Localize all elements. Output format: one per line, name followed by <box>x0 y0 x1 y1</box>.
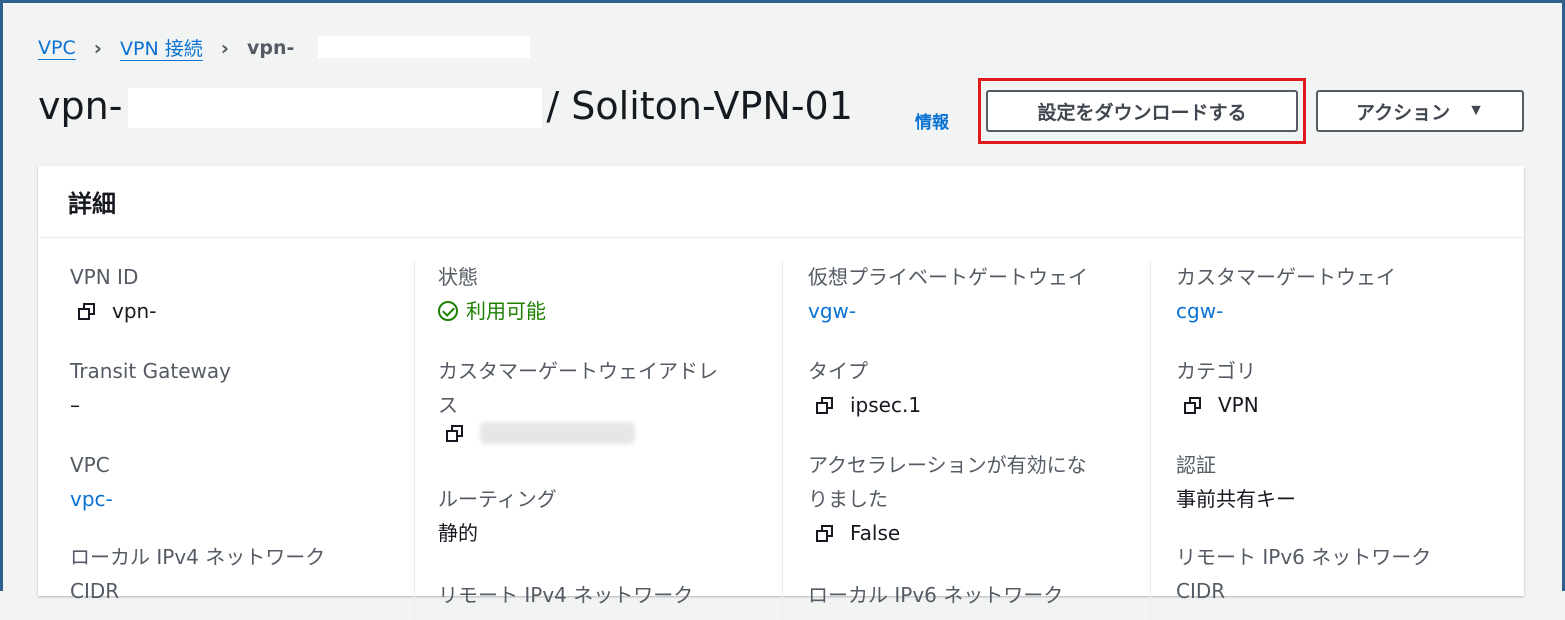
category-value: VPN <box>1218 393 1259 417</box>
breadcrumb-vpn-connections[interactable]: VPN 接続 <box>120 34 203 61</box>
accel-value: False <box>850 521 901 545</box>
field-label: カスタマーゲートウェイアドレ <box>438 359 718 383</box>
copy-icon[interactable] <box>78 303 95 320</box>
field-customer-gateway: カスタマーゲートウェイ cgw- <box>1176 260 1506 328</box>
field-value: 事前共有キー <box>1176 487 1296 511</box>
field-virtual-private-gateway: 仮想プライベートゲートウェイ vgw- <box>808 260 1138 328</box>
column-divider <box>782 260 783 620</box>
details-panel: 詳細 VPN ID vpn- Transit Gateway – VPC vpc… <box>38 166 1524 620</box>
type-value: ipsec.1 <box>850 393 922 417</box>
caret-down-icon: ▼ <box>1468 102 1484 119</box>
field-label: アクセラレーションが有効にな <box>808 453 1087 477</box>
cgw-link[interactable]: cgw- <box>1176 294 1506 328</box>
field-routing: ルーティング 静的 <box>438 482 768 550</box>
vgw-link[interactable]: vgw- <box>808 294 1138 328</box>
field-value: ipsec.1 <box>808 388 1138 422</box>
state-value: 利用可能 <box>466 299 546 323</box>
field-label: リモート IPv4 ネットワーク <box>438 583 694 607</box>
info-link[interactable]: 情報 <box>915 108 949 133</box>
field-value: False <box>808 516 1138 550</box>
field-label: タイプ <box>808 359 868 383</box>
copy-icon[interactable] <box>816 525 833 542</box>
redacted-area <box>318 36 530 58</box>
title-prefix: vpn- <box>38 84 123 128</box>
vpn-id-value: vpn- <box>112 299 157 323</box>
field-category: カテゴリ VPN <box>1176 354 1506 422</box>
field-label: リモート IPv6 ネットワーク <box>1176 545 1432 569</box>
field-value: 利用可能 <box>438 294 768 328</box>
field-local-ipv6: ローカル IPv6 ネットワーク <box>808 578 1138 612</box>
field-local-ipv4: ローカル IPv4 ネットワーク CIDR <box>70 540 400 608</box>
field-vpc: VPC vpc- <box>70 448 400 516</box>
field-label-cont: ス <box>438 393 458 417</box>
field-transit-gateway: Transit Gateway – <box>70 354 400 422</box>
field-label: ローカル IPv6 ネットワーク <box>808 583 1064 607</box>
field-customer-gateway-address: カスタマーゲートウェイアドレ ス <box>438 354 768 444</box>
field-vpn-id: VPN ID vpn- <box>70 260 400 328</box>
field-state: 状態 利用可能 <box>438 260 768 328</box>
field-label: 仮想プライベートゲートウェイ <box>808 265 1088 289</box>
field-value <box>438 422 768 444</box>
field-label-cont: CIDR <box>1176 579 1226 603</box>
vpc-link[interactable]: vpc- <box>70 482 400 516</box>
field-authentication: 認証 事前共有キー <box>1176 448 1506 516</box>
check-circle-icon <box>438 301 458 321</box>
field-label: ローカル IPv4 ネットワーク <box>70 545 326 569</box>
field-label: カスタマーゲートウェイ <box>1176 265 1396 289</box>
actions-dropdown-button[interactable]: アクション ▼ <box>1316 90 1524 132</box>
field-label: 認証 <box>1176 453 1216 477</box>
redacted-value <box>480 422 635 444</box>
download-config-button[interactable]: 設定をダウンロードする <box>986 90 1298 132</box>
field-value: VPN <box>1176 388 1506 422</box>
copy-icon[interactable] <box>816 397 833 414</box>
field-value: 静的 <box>438 521 478 545</box>
column-divider <box>1150 260 1151 620</box>
field-type: タイプ ipsec.1 <box>808 354 1138 422</box>
field-value: vpn- <box>70 294 400 328</box>
field-label: VPN ID <box>70 265 139 289</box>
details-columns: VPN ID vpn- Transit Gateway – VPC vpc- ロ… <box>38 238 1524 620</box>
field-acceleration: アクセラレーションが有効にな りました False <box>808 448 1138 550</box>
breadcrumb-current: vpn- <box>246 36 295 59</box>
field-label-cont: りました <box>808 487 888 511</box>
breadcrumb-vpc[interactable]: VPC <box>38 37 76 59</box>
field-label: Transit Gateway <box>70 359 231 383</box>
redacted-area <box>128 88 542 128</box>
breadcrumb: VPC › VPN 接続 › vpn- <box>38 34 294 61</box>
field-label: ルーティング <box>438 487 557 511</box>
column-divider <box>414 260 415 620</box>
field-value: – <box>70 393 80 417</box>
copy-icon[interactable] <box>446 425 463 442</box>
panel-title: 詳細 <box>68 190 116 218</box>
chevron-right-icon: › <box>220 35 229 60</box>
field-label-cont: CIDR <box>70 579 120 603</box>
panel-header: 詳細 <box>38 166 1524 238</box>
field-label: カテゴリ <box>1176 359 1256 383</box>
field-remote-ipv4: リモート IPv4 ネットワーク <box>438 578 768 612</box>
copy-icon[interactable] <box>1184 397 1201 414</box>
chevron-right-icon: › <box>93 35 102 60</box>
title-suffix: / Soliton-VPN-01 <box>546 84 853 128</box>
field-label: VPC <box>70 453 110 477</box>
field-label: 状態 <box>438 265 478 289</box>
actions-label: アクション <box>1356 102 1451 124</box>
field-remote-ipv6: リモート IPv6 ネットワーク CIDR <box>1176 540 1506 608</box>
